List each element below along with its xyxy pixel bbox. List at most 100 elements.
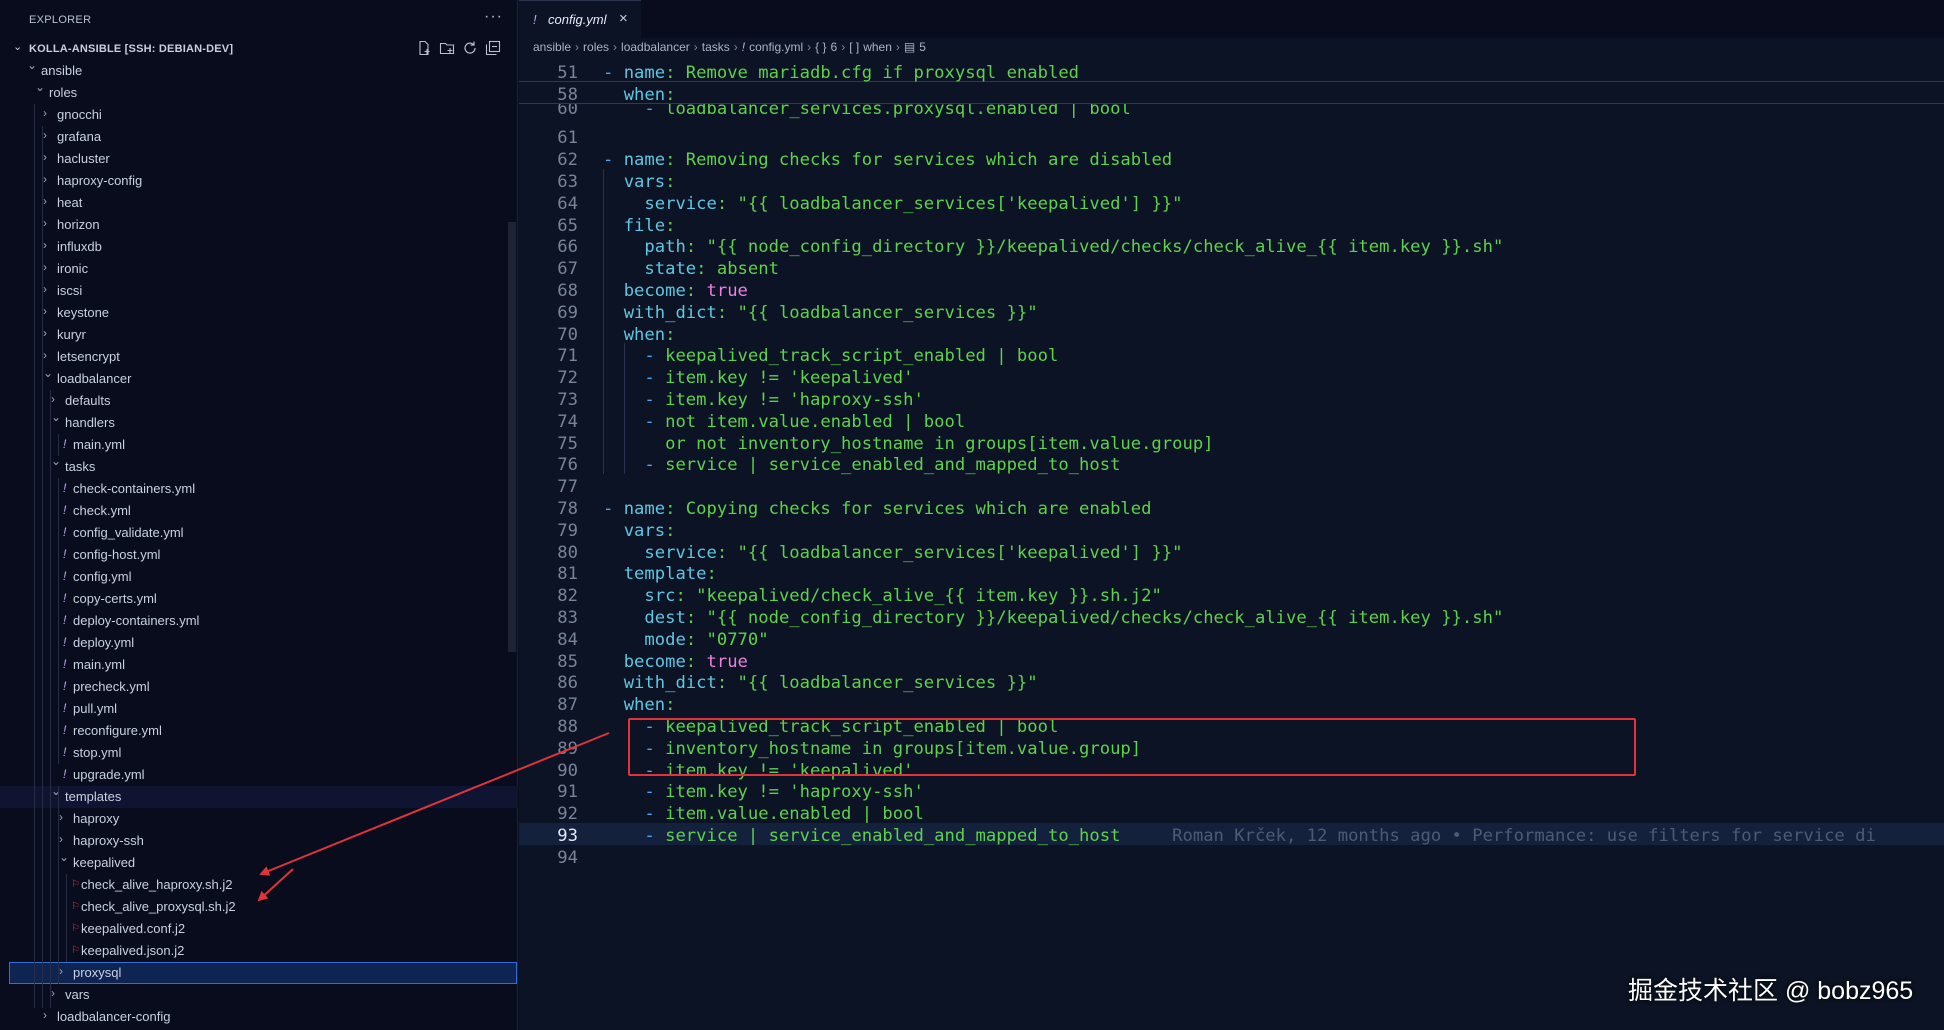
code-line[interactable]: 58 when: <box>519 81 1944 105</box>
code-line[interactable]: 67 state: absent <box>519 256 1944 279</box>
breadcrumb-item[interactable]: when <box>863 40 892 54</box>
tree-folder[interactable]: › gnocchi <box>0 104 518 126</box>
tree-file[interactable]: ! config.yml <box>0 566 518 588</box>
new-folder-icon[interactable] <box>439 40 455 56</box>
code-line[interactable]: 71 - keepalived_track_script_enabled | b… <box>519 343 1944 366</box>
breadcrumb-item[interactable]: loadbalancer <box>621 40 690 54</box>
tree-file[interactable]: ! main.yml <box>0 654 518 676</box>
code-line[interactable]: 93 - service | service_enabled_and_mappe… <box>519 823 1944 846</box>
code-line[interactable]: 86 with_dict: "{{ loadbalancer_services … <box>519 670 1944 693</box>
tree-file[interactable]: ⚐ keepalived.conf.j2 <box>0 918 518 940</box>
code-line[interactable]: 76 - service | service_enabled_and_mappe… <box>519 452 1944 475</box>
more-actions-icon[interactable]: ··· <box>484 8 503 26</box>
code-line[interactable]: 87 when: <box>519 692 1944 715</box>
tree-folder[interactable]: ⌄ keepalived <box>0 850 518 874</box>
tree-file[interactable]: ! reconfigure.yml <box>0 720 518 742</box>
chevron-right-icon[interactable]: › <box>43 260 47 274</box>
chevron-right-icon[interactable]: › <box>51 986 55 1000</box>
tree-folder[interactable]: ⌄ roles <box>0 80 518 104</box>
breadcrumb-item[interactable]: tasks <box>702 40 730 54</box>
chevron-down-icon[interactable]: ⌄ <box>51 454 61 468</box>
tree-folder[interactable]: › haproxy-ssh <box>0 830 518 852</box>
chevron-right-icon[interactable]: › <box>43 282 47 296</box>
tree-file[interactable]: ! precheck.yml <box>0 676 518 698</box>
code-line[interactable]: 61 <box>519 125 1944 148</box>
tree-folder[interactable]: › letsencrypt <box>0 346 518 368</box>
chevron-down-icon[interactable]: ⌄ <box>51 410 61 424</box>
code-line[interactable]: 73 - item.key != 'haproxy-ssh' <box>519 387 1944 410</box>
tree-folder[interactable]: ⌄ ansible <box>0 58 518 82</box>
code-line[interactable]: 84 mode: "0770" <box>519 627 1944 650</box>
tree-folder[interactable]: › influxdb <box>0 236 518 258</box>
chevron-right-icon[interactable]: › <box>59 964 63 978</box>
chevron-right-icon[interactable]: › <box>43 326 47 340</box>
tree-folder[interactable]: ⌄ templates <box>0 784 518 808</box>
chevron-right-icon[interactable]: › <box>43 106 47 120</box>
code-line[interactable]: 82 src: "keepalived/check_alive_{{ item.… <box>519 583 1944 606</box>
chevron-down-icon[interactable]: ⌄ <box>51 784 61 798</box>
chevron-down-icon[interactable]: ⌄ <box>43 366 53 380</box>
chevron-right-icon[interactable]: › <box>59 810 63 824</box>
breadcrumb-item[interactable]: roles <box>583 40 609 54</box>
sidebar-scrollbar[interactable] <box>508 222 516 652</box>
breadcrumb-item[interactable]: ansible <box>533 40 571 54</box>
collapse-all-icon[interactable] <box>485 40 501 56</box>
code-line[interactable]: 72 - item.key != 'keepalived' <box>519 365 1944 388</box>
chevron-right-icon[interactable]: › <box>59 832 63 846</box>
tree-folder[interactable]: › iscsi <box>0 280 518 302</box>
chevron-right-icon[interactable]: › <box>43 150 47 164</box>
tab-config-yml[interactable]: ! config.yml × <box>519 0 641 38</box>
tree-folder[interactable]: › loadbalancer-config <box>0 1006 518 1028</box>
breadcrumb-item[interactable]: config.yml <box>749 40 803 54</box>
tree-file[interactable]: ! upgrade.yml <box>0 764 518 786</box>
tree-file[interactable]: ! stop.yml <box>0 742 518 764</box>
chevron-right-icon[interactable]: › <box>43 172 47 186</box>
close-icon[interactable]: × <box>619 10 628 27</box>
new-file-icon[interactable] <box>416 40 432 56</box>
breadcrumb-item[interactable]: 6 <box>831 40 838 54</box>
tree-folder[interactable]: › keystone <box>0 302 518 324</box>
tree-file[interactable]: ! copy-certs.yml <box>0 588 518 610</box>
chevron-down-icon[interactable]: ⌄ <box>27 58 37 72</box>
code-line[interactable]: 78 - name: Copying checks for services wh… <box>519 496 1944 519</box>
tree-folder[interactable]: › hacluster <box>0 148 518 170</box>
code-line[interactable]: 65 file: <box>519 213 1944 236</box>
tree-file[interactable]: ! deploy.yml <box>0 632 518 654</box>
tree-file[interactable]: ! deploy-containers.yml <box>0 610 518 632</box>
code-line[interactable]: 69 with_dict: "{{ loadbalancer_services … <box>519 300 1944 323</box>
code-line[interactable]: 75 or not inventory_hostname in groups[i… <box>519 431 1944 454</box>
tree-folder[interactable]: › horizon <box>0 214 518 236</box>
tree-file[interactable]: ⚐ check_alive_proxysql.sh.j2 <box>0 896 518 918</box>
code-line[interactable]: 70 when: <box>519 322 1944 345</box>
tree-file[interactable]: ! config_validate.yml <box>0 522 518 544</box>
code-line[interactable]: 51 - name: Remove mariadb.cfg if proxysql… <box>519 60 1944 83</box>
code-line[interactable]: 92 - item.value.enabled | bool <box>519 801 1944 824</box>
tree-folder[interactable]: › defaults <box>0 390 518 412</box>
tree-folder[interactable]: › haproxy <box>0 808 518 830</box>
tree-folder[interactable]: › ironic <box>0 258 518 280</box>
tree-file[interactable]: ! pull.yml <box>0 698 518 720</box>
tree-file[interactable]: ! check.yml <box>0 500 518 522</box>
code-line[interactable]: 64 service: "{{ loadbalancer_services['k… <box>519 191 1944 214</box>
code-line[interactable]: 94 <box>519 845 1944 868</box>
tree-folder[interactable]: › vars <box>0 984 518 1006</box>
tree-folder[interactable]: ⌄ loadbalancer <box>0 366 518 390</box>
code-line[interactable]: 62 - name: Removing checks for services w… <box>519 147 1944 170</box>
code-line[interactable]: 91 - item.key != 'haproxy-ssh' <box>519 779 1944 802</box>
code-line[interactable]: 79 vars: <box>519 518 1944 541</box>
chevron-right-icon[interactable]: › <box>43 348 47 362</box>
code-editor[interactable]: 51- name: Remove mariadb.cfg if proxysql… <box>519 60 1944 1030</box>
workspace-header[interactable]: ⌄ KOLLA-ANSIBLE [SSH: DEBIAN-DEV] <box>0 38 518 60</box>
tree-file[interactable]: ⚐ keepalived.json.j2 <box>0 940 518 962</box>
chevron-down-icon[interactable]: ⌄ <box>59 850 69 864</box>
chevron-right-icon[interactable]: › <box>43 128 47 142</box>
tree-folder[interactable]: ⌄ tasks <box>0 454 518 478</box>
chevron-right-icon[interactable]: › <box>43 216 47 230</box>
tree-file[interactable]: ! main.yml <box>0 434 518 456</box>
code-line[interactable]: 63 vars: <box>519 169 1944 192</box>
tree-folder[interactable]: › proxysql <box>9 962 517 984</box>
code-line[interactable]: 83 dest: "{{ node_config_directory }}/ke… <box>519 605 1944 628</box>
code-line[interactable]: 66 path: "{{ node_config_directory }}/ke… <box>519 234 1944 257</box>
chevron-right-icon[interactable]: › <box>43 304 47 318</box>
chevron-right-icon[interactable]: › <box>43 238 47 252</box>
